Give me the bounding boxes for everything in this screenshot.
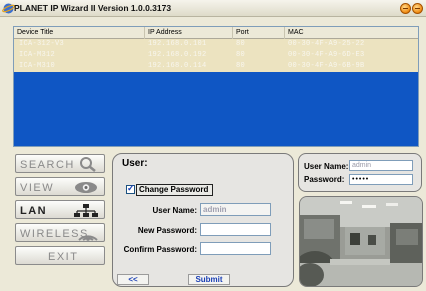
wireless-signal-icon bbox=[78, 235, 98, 241]
close-button[interactable] bbox=[412, 3, 423, 14]
view-button[interactable]: VIEW bbox=[15, 177, 105, 196]
submit-button[interactable]: Submit bbox=[188, 274, 230, 285]
device-list[interactable]: Device Title IP Address Port MAC ICA-312… bbox=[13, 26, 419, 147]
back-button[interactable]: << bbox=[117, 274, 149, 285]
lan-button[interactable]: LAN bbox=[15, 200, 105, 219]
minimize-button[interactable] bbox=[400, 3, 411, 14]
change-password-button[interactable]: Change Password bbox=[136, 184, 213, 196]
ip-address-cell: 192.168.0.192 bbox=[148, 51, 207, 59]
login-password-label: Password: bbox=[304, 175, 345, 184]
port-cell: 80 bbox=[236, 40, 246, 48]
login-user-name-label: User Name: bbox=[304, 162, 349, 171]
lan-button-label: LAN bbox=[20, 205, 48, 217]
column-header-ip-address[interactable]: IP Address bbox=[145, 27, 233, 39]
device-list-body: ICA-312-V3 192.168.0.101 80 00-30-4F-A9-… bbox=[14, 39, 418, 146]
view-button-label: VIEW bbox=[20, 182, 55, 194]
user-name-field[interactable]: admin bbox=[200, 203, 271, 216]
mac-cell: 00-30-4F-A9-6D-E3 bbox=[288, 51, 365, 59]
user-name-label: User Name: bbox=[152, 206, 197, 215]
user-panel-title: User: bbox=[122, 158, 148, 169]
ip-address-cell: 192.168.0.114 bbox=[148, 62, 207, 70]
network-icon bbox=[74, 204, 98, 217]
wireless-button[interactable]: WIRELESS bbox=[15, 223, 105, 242]
port-cell: 80 bbox=[236, 62, 246, 70]
magnifier-icon bbox=[80, 157, 96, 172]
column-header-device-title[interactable]: Device Title bbox=[14, 27, 145, 39]
new-password-field[interactable] bbox=[200, 223, 271, 236]
column-header-port[interactable]: Port bbox=[233, 27, 285, 39]
window-title: PLANET IP Wizard II Version 1.0.0.3173 bbox=[14, 3, 172, 13]
camera-feed-image bbox=[300, 197, 422, 286]
login-password-field[interactable]: ••••• bbox=[349, 174, 413, 185]
title-bar: PLANET IP Wizard II Version 1.0.0.3173 bbox=[0, 0, 426, 17]
confirm-password-field[interactable] bbox=[200, 242, 271, 255]
mac-cell: 00-30-4F-A9-6B-9B bbox=[288, 62, 365, 70]
eye-icon bbox=[75, 182, 97, 193]
change-password-checkbox[interactable] bbox=[126, 183, 135, 194]
device-list-header: Device Title IP Address Port MAC bbox=[14, 27, 418, 39]
search-button[interactable]: SEARCH bbox=[15, 154, 105, 173]
ip-address-cell: 192.168.0.101 bbox=[148, 40, 207, 48]
port-cell: 80 bbox=[236, 51, 246, 59]
exit-button[interactable]: EXIT bbox=[15, 246, 105, 265]
new-password-label: New Password: bbox=[137, 226, 197, 235]
exit-button-label: EXIT bbox=[48, 251, 79, 263]
column-header-mac[interactable]: MAC bbox=[285, 27, 418, 39]
camera-preview bbox=[299, 196, 423, 287]
table-row[interactable]: ICA-M312 192.168.0.192 80 00-30-4F-A9-6D… bbox=[14, 50, 418, 61]
table-row[interactable]: ICA-M310 192.168.0.114 80 00-30-4F-A9-6B… bbox=[14, 61, 418, 72]
device-title-cell: ICA-312-V3 bbox=[19, 40, 65, 48]
table-row[interactable]: ICA-312-V3 192.168.0.101 80 00-30-4F-A9-… bbox=[14, 39, 418, 50]
login-user-name-field[interactable]: admin bbox=[349, 160, 413, 171]
device-title-cell: ICA-M310 bbox=[19, 62, 56, 70]
user-settings-panel: User: Change Password User Name: admin N… bbox=[112, 153, 294, 287]
login-panel: User Name: admin Password: ••••• bbox=[298, 153, 422, 192]
mac-cell: 00-30-4F-A9-25-22 bbox=[288, 40, 365, 48]
search-button-label: SEARCH bbox=[20, 159, 75, 171]
device-title-cell: ICA-M312 bbox=[19, 51, 56, 59]
confirm-password-label: Confirm Password: bbox=[123, 245, 197, 254]
